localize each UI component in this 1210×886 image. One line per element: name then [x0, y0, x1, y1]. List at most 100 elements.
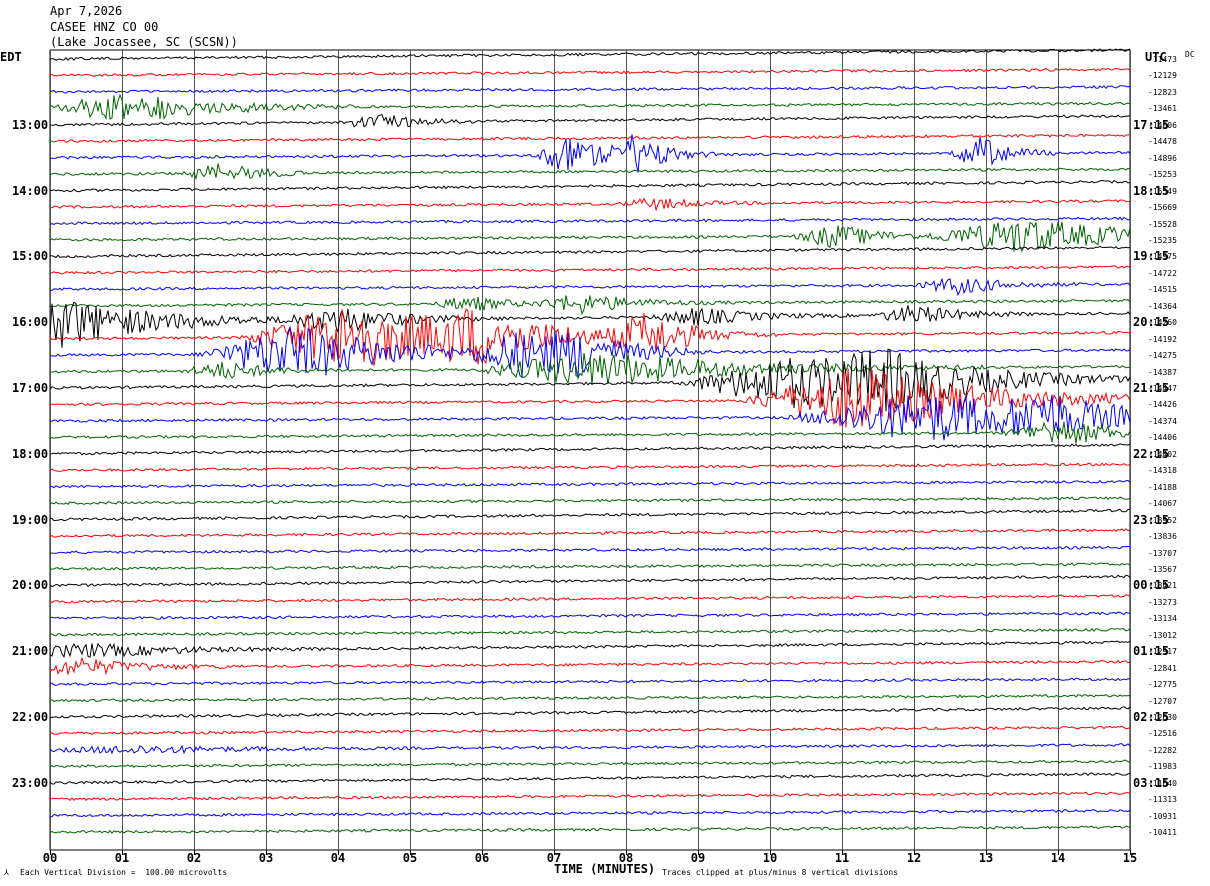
seismic-trace-red	[49, 265, 1131, 275]
dc-offset-label: -12516	[1148, 729, 1177, 738]
seismic-trace-blue	[49, 677, 1131, 686]
left-hour-label: 19:00	[12, 513, 49, 527]
seismic-trace-green	[49, 759, 1131, 769]
left-hour-label: 23:00	[12, 776, 49, 790]
left-hour-label: 17:00	[12, 381, 49, 395]
seismic-trace-green	[49, 825, 1131, 834]
x-tick-label: 05	[402, 851, 418, 865]
x-tick-label: 06	[474, 851, 490, 865]
dc-offset-label: -12707	[1148, 697, 1177, 706]
dc-offset-label: -15669	[1148, 203, 1177, 212]
dc-offset-label: -11313	[1148, 795, 1177, 804]
dc-offset-label: -14447	[1148, 384, 1177, 393]
seismic-trace-red	[49, 791, 1131, 802]
dc-offset-label: -14406	[1148, 433, 1177, 442]
x-tick-label: 13	[978, 851, 994, 865]
x-tick-label: 01	[114, 851, 130, 865]
dc-offset-label: -14260	[1148, 318, 1177, 327]
dc-offset-label: -14006	[1148, 121, 1177, 130]
dc-offset-label: -15253	[1148, 170, 1177, 179]
seismic-trace-green	[49, 628, 1131, 637]
seismic-trace-black	[49, 245, 1131, 259]
seismic-trace-green	[49, 694, 1131, 703]
dc-offset-label: -12917	[1148, 647, 1177, 656]
dc-offset-label: -14722	[1148, 269, 1177, 278]
seismic-trace-blue	[49, 216, 1130, 226]
footer-clip: Traces clipped at plus/minus 8 vertical …	[662, 868, 899, 877]
dc-offset-label: -14374	[1148, 417, 1177, 426]
dc-offset-label: -14188	[1148, 483, 1177, 492]
dc-offset-label: -11640	[1148, 779, 1177, 788]
seismic-trace-green	[49, 496, 1131, 505]
x-axis-title: TIME (MINUTES)	[554, 862, 656, 876]
seismic-trace-red	[49, 528, 1131, 538]
dc-offset-label: -12630	[1148, 713, 1177, 722]
dc-offset-label: -12282	[1148, 746, 1177, 755]
left-hour-label: 21:00	[12, 644, 49, 658]
seismic-trace-blue	[49, 85, 1131, 94]
dc-offset-label: -13836	[1148, 532, 1177, 541]
dc-offset-label: -13134	[1148, 614, 1177, 623]
x-tick-label: 12	[906, 851, 922, 865]
seismic-trace-black	[49, 48, 1131, 61]
left-hour-label: 16:00	[12, 315, 49, 329]
seismic-trace-red	[49, 197, 1131, 211]
seismic-trace-black	[49, 508, 1130, 522]
dc-offset-label: -11473	[1148, 55, 1177, 64]
seismic-trace-black	[49, 443, 1131, 456]
seismic-trace-red	[49, 725, 1131, 735]
x-tick-label: 02	[186, 851, 202, 865]
dc-offset-label: -12823	[1148, 88, 1177, 97]
seismic-trace-black	[49, 574, 1131, 588]
seismic-trace-green	[49, 163, 1131, 181]
dc-offset-label: -14402	[1148, 450, 1177, 459]
seismic-trace-black	[49, 772, 1130, 785]
dc-offset-label: -13707	[1148, 549, 1177, 558]
left-hour-label: 20:00	[12, 578, 49, 592]
dc-offset-label: -12841	[1148, 664, 1177, 673]
left-hour-label: 13:00	[12, 118, 49, 132]
seismic-trace-blue	[49, 479, 1131, 489]
seismic-trace-red	[49, 133, 1131, 143]
dc-offset-label: -14318	[1148, 466, 1177, 475]
dc-offset-label: -13421	[1148, 581, 1177, 590]
dc-offset-label: -14387	[1148, 368, 1177, 377]
seismic-trace-blue	[50, 809, 1131, 818]
dc-offset-label: -14515	[1148, 285, 1177, 294]
dc-offset-label: -14275	[1148, 351, 1177, 360]
left-hour-label: 18:00	[12, 447, 49, 461]
seismic-trace-blue	[49, 611, 1130, 620]
seismic-trace-black	[49, 179, 1131, 193]
dc-offset-label: -13567	[1148, 565, 1177, 574]
dc-offset-label: -10411	[1148, 828, 1177, 837]
left-hour-label: 15:00	[12, 249, 49, 263]
dc-offset-label: -14192	[1148, 335, 1177, 344]
footer-marker: ⅄	[4, 868, 9, 877]
dc-offset-label: -14426	[1148, 400, 1177, 409]
dc-offset-label: -11983	[1148, 762, 1177, 771]
dc-offset-label: -14478	[1148, 137, 1177, 146]
seismic-trace-green	[49, 221, 1131, 253]
dc-offset-label: -14364	[1148, 302, 1177, 311]
seismic-trace-red	[49, 462, 1131, 472]
seismic-trace-red	[49, 656, 1131, 676]
seismic-trace-green	[49, 295, 1131, 316]
seismic-trace-blue	[49, 278, 1131, 297]
seismic-trace-green	[49, 352, 1131, 386]
seismic-trace-black	[49, 113, 1131, 128]
x-tick-label: 11	[834, 851, 850, 865]
x-tick-label: 14	[1050, 851, 1066, 865]
seismic-trace-green	[49, 562, 1131, 571]
dc-offset-label: -13952	[1148, 516, 1177, 525]
left-hour-label: 22:00	[12, 710, 49, 724]
dc-offset-label: -15528	[1148, 220, 1177, 229]
x-tick-label: 09	[690, 851, 706, 865]
dc-offset-label: -14067	[1148, 499, 1177, 508]
seismic-trace-blue	[49, 743, 1131, 755]
footer-scale: Each Vertical Division = 100.00 microvol…	[20, 868, 228, 877]
dc-offset-label: -10931	[1148, 812, 1177, 821]
helicorder-plot	[49, 48, 1131, 855]
x-tick-label: 15	[1122, 851, 1138, 865]
dc-offset-label: -15549	[1148, 187, 1177, 196]
left-hour-label: 14:00	[12, 184, 49, 198]
